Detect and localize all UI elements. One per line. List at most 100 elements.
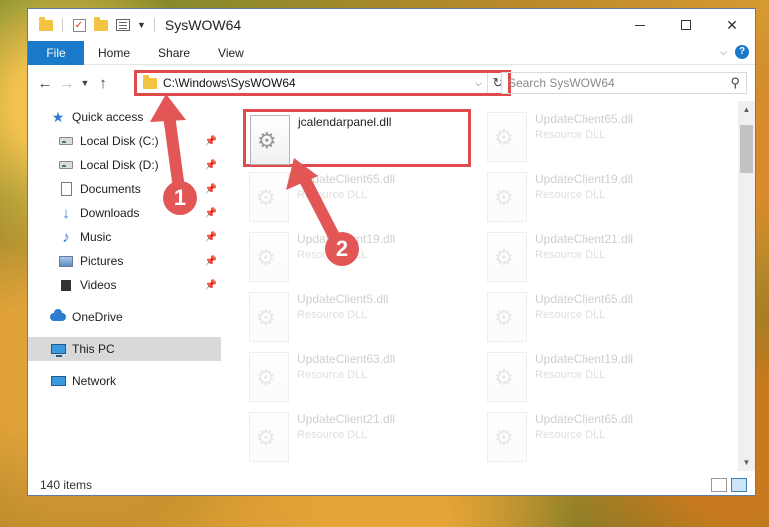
file-name: UpdateClient19.dll <box>535 172 634 186</box>
navigation-bar: ← → ▼ ↑ C:\Windows\SysWOW64 ⌵ ↻ ⚲ <box>28 66 755 100</box>
drive-icon <box>58 133 74 149</box>
details-view-icon[interactable] <box>711 478 727 492</box>
pin-icon[interactable]: 📌 <box>205 232 217 243</box>
star-icon: ★ <box>51 108 65 125</box>
sidebar-item-videos[interactable]: Videos 📌 <box>28 273 221 297</box>
dll-file-icon: ⚙ <box>249 412 289 462</box>
file-item[interactable]: ⚙ UpdateClient5.dll Resource DLL <box>233 289 463 345</box>
dll-file-icon: ⚙ <box>249 292 289 342</box>
this-pc-icon <box>50 341 66 357</box>
forward-arrow-icon[interactable]: → <box>56 72 78 94</box>
maximize-button[interactable] <box>663 9 709 41</box>
sidebar-item-network[interactable]: Network <box>28 369 221 393</box>
vertical-scrollbar[interactable]: ▲ ▼ <box>738 101 755 471</box>
help-icon[interactable]: ? <box>735 45 749 59</box>
dll-file-icon: ⚙ <box>487 412 527 462</box>
file-name: UpdateClient65.dll <box>535 112 634 126</box>
pin-icon[interactable]: 📌 <box>205 208 217 219</box>
tab-file[interactable]: File <box>28 40 84 65</box>
file-type: Resource DLL <box>297 429 368 441</box>
scroll-down-arrow-icon[interactable]: ▼ <box>738 454 755 471</box>
file-name: jcalendarpanel.dll <box>298 115 392 129</box>
address-history-chevron-icon[interactable]: ⌵ <box>470 73 488 93</box>
search-box[interactable]: ⚲ <box>501 72 747 94</box>
file-type: Resource DLL <box>535 249 606 261</box>
file-item-highlighted[interactable]: ⚙ jcalendarpanel.dll <box>243 109 471 167</box>
sidebar-item-pictures[interactable]: Pictures 📌 <box>28 249 221 273</box>
sidebar-item-local-disk-d[interactable]: Local Disk (D:) 📌 <box>28 153 221 177</box>
sidebar-item-label: Documents <box>80 182 141 196</box>
search-input[interactable] <box>508 76 731 90</box>
file-item[interactable]: ⚙ UpdateClient65.dll Resource DLL <box>471 409 701 465</box>
file-item[interactable]: ⚙ UpdateClient65.dll Resource DLL <box>233 169 463 225</box>
pin-icon[interactable]: 📌 <box>205 160 217 171</box>
search-icon[interactable]: ⚲ <box>730 75 740 91</box>
file-item[interactable]: ⚙ UpdateClient63.dll Resource DLL <box>233 349 463 405</box>
close-button[interactable]: ✕ <box>709 9 755 41</box>
tab-home[interactable]: Home <box>84 46 144 60</box>
large-icons-view-icon[interactable] <box>731 478 747 492</box>
minimize-icon <box>635 24 645 26</box>
pin-icon[interactable]: 📌 <box>205 136 217 147</box>
step-two-callout: 2 <box>325 232 359 266</box>
file-type: Resource DLL <box>535 189 606 201</box>
pin-icon[interactable]: 📌 <box>205 184 217 195</box>
file-name: UpdateClient65.dll <box>297 172 396 186</box>
back-arrow-icon[interactable]: ← <box>34 72 56 94</box>
dll-file-icon: ⚙ <box>487 232 527 282</box>
file-type: Resource DLL <box>297 189 368 201</box>
file-item[interactable]: ⚙ UpdateClient19.dll Resource DLL <box>471 169 701 225</box>
dll-file-icon: ⚙ <box>487 172 527 222</box>
pin-icon[interactable]: 📌 <box>205 280 217 291</box>
sidebar-item-label: Local Disk (C:) <box>80 134 159 148</box>
scroll-up-arrow-icon[interactable]: ▲ <box>738 101 755 118</box>
file-item[interactable]: ⚙ UpdateClient65.dll Resource DLL <box>471 109 701 165</box>
file-item[interactable]: ⚙ UpdateClient65.dll Resource DLL <box>471 289 701 345</box>
sidebar-item-this-pc[interactable]: This PC <box>28 337 221 361</box>
recent-locations-chevron-icon[interactable]: ▼ <box>78 72 92 94</box>
minimize-button[interactable] <box>617 9 663 41</box>
music-icon: ♪ <box>62 228 70 246</box>
up-arrow-icon[interactable]: ↑ <box>92 72 114 94</box>
customize-toolbar-chevron-icon[interactable]: ▼ <box>137 20 146 30</box>
tab-share[interactable]: Share <box>144 46 204 60</box>
new-folder-icon[interactable] <box>93 16 109 32</box>
folder-icon <box>38 16 54 32</box>
file-item[interactable]: ⚙ UpdateClient21.dll Resource DLL <box>471 229 701 285</box>
properties-check-icon[interactable]: ✓ <box>71 18 87 32</box>
maximize-icon <box>681 20 691 30</box>
item-count: 140 items <box>40 478 93 492</box>
ribbon-tabs: File Home Share View ⌵ ? <box>28 40 755 65</box>
sidebar-item-label: Music <box>80 230 112 244</box>
window-controls: ✕ <box>617 9 755 41</box>
onedrive-icon <box>50 309 66 325</box>
file-list: ⚙ jcalendarpanel.dll ⚙ UpdateClient65.dl… <box>233 105 738 469</box>
expand-ribbon-chevron-icon[interactable]: ⌵ <box>720 47 727 58</box>
sidebar-item-quick-access[interactable]: ★ Quick access <box>28 105 221 129</box>
tab-view[interactable]: View <box>204 46 258 60</box>
status-bar: 140 items <box>28 473 755 497</box>
address-path[interactable]: C:\Windows\SysWOW64 <box>163 76 470 90</box>
scroll-thumb[interactable] <box>740 125 753 173</box>
file-item[interactable]: ⚙ UpdateClient21.dll Resource DLL <box>233 409 463 465</box>
sidebar-item-label: Downloads <box>80 206 140 220</box>
file-name: UpdateClient5.dll <box>297 292 389 306</box>
address-bar[interactable]: C:\Windows\SysWOW64 ⌵ ↻ <box>134 70 511 96</box>
file-name: UpdateClient21.dll <box>297 412 396 426</box>
toolbar-divider <box>62 18 63 32</box>
pin-icon[interactable]: 📌 <box>205 256 217 267</box>
sidebar-item-onedrive[interactable]: OneDrive <box>28 305 221 329</box>
file-type: Resource DLL <box>535 429 606 441</box>
file-type: Resource DLL <box>297 309 368 321</box>
dll-file-icon: ⚙ <box>249 232 289 282</box>
file-explorer-window: ✓ ▼ SysWOW64 ✕ File Home Share View ⌵ ? … <box>27 8 756 496</box>
title-bar: ✓ ▼ SysWOW64 ✕ <box>28 9 755 41</box>
sidebar-item-local-disk-c[interactable]: Local Disk (C:) 📌 <box>28 129 221 153</box>
file-name: UpdateClient65.dll <box>535 292 634 306</box>
file-item[interactable]: ⚙ UpdateClient19.dll Resource DLL <box>471 349 701 405</box>
file-name: UpdateClient63.dll <box>297 352 396 366</box>
sidebar-item-music[interactable]: ♪ Music 📌 <box>28 225 221 249</box>
properties-icon[interactable] <box>115 18 131 32</box>
file-name: UpdateClient65.dll <box>535 412 634 426</box>
view-toggle <box>711 478 747 492</box>
